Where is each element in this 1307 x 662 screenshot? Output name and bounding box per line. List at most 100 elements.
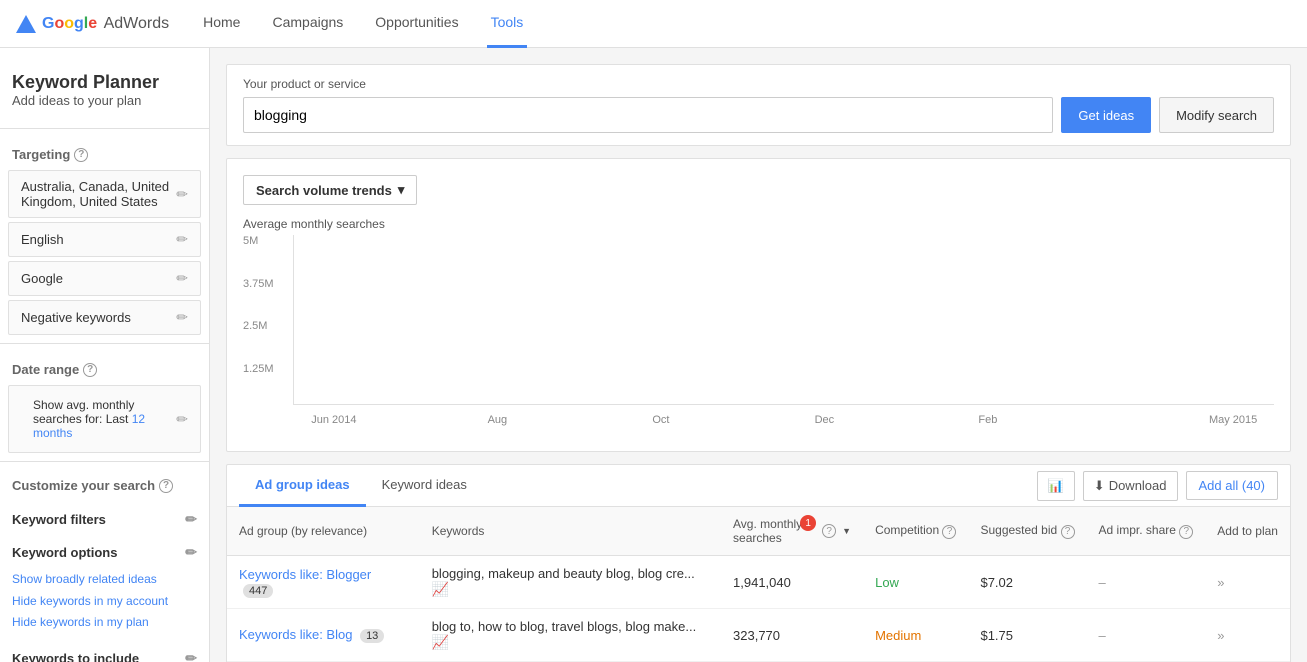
avg-monthly-cell-0: 1,941,040 <box>721 556 863 609</box>
chart-dropdown-arrow-icon: ▾ <box>398 182 405 198</box>
trend-icon-1[interactable]: 📈 <box>432 634 449 650</box>
chart-dropdown-label: Search volume trends <box>256 183 392 198</box>
customize-help-icon[interactable]: ? <box>159 479 173 493</box>
customize-section: Customize your search ? <box>0 470 209 503</box>
trend-icon-0[interactable]: 📈 <box>432 581 449 597</box>
keyword-filters-header[interactable]: Keyword filters ✏ <box>12 507 197 532</box>
keywords-to-include-section: Keywords to include ✏ <box>0 642 209 662</box>
ad-group-link-0[interactable]: Keywords like: Blogger 447 <box>239 567 371 597</box>
sidebar-app-subtitle: Add ideas to your plan <box>0 93 209 120</box>
main-container: Keyword Planner Add ideas to your plan T… <box>0 48 1307 662</box>
adwords-wordmark: AdWords <box>99 15 169 33</box>
chart-view-button[interactable]: 📊 <box>1037 471 1075 501</box>
nav-tools[interactable]: Tools <box>487 0 528 48</box>
competition-value-0: Low <box>875 575 899 590</box>
location-edit-icon[interactable]: ✏ <box>176 186 188 203</box>
sidebar-app-title: Keyword Planner <box>0 64 209 93</box>
chart-subtitle: Average monthly searches <box>243 217 1274 231</box>
nav-campaigns[interactable]: Campaigns <box>268 0 347 48</box>
chart-section: Search volume trends ▾ Average monthly s… <box>226 158 1291 452</box>
sort-notification-badge: 1 <box>800 515 816 531</box>
tab-keyword-ideas[interactable]: Keyword ideas <box>366 465 483 507</box>
col-keywords: Keywords <box>420 507 721 556</box>
negative-edit-icon[interactable]: ✏ <box>176 309 188 326</box>
suggested-bid-cell-1: $1.75 <box>968 609 1086 662</box>
show-broadly-related-link[interactable]: Show broadly related ideas <box>12 569 197 591</box>
add-to-plan-chevron-0[interactable]: » <box>1217 575 1224 590</box>
ad-impr-value-0: – <box>1099 575 1106 590</box>
avg-monthly-help-icon[interactable]: ? <box>822 524 836 538</box>
competition-help-icon[interactable]: ? <box>942 525 956 539</box>
chart-x-label: Jun 2014 <box>293 414 375 426</box>
language-edit-icon[interactable]: ✏ <box>176 231 188 248</box>
targeting-negative-text: Negative keywords <box>21 310 131 325</box>
avg-monthly-value-1: 323,770 <box>733 628 780 643</box>
top-navigation: Google AdWords Home Campaigns Opportunit… <box>0 0 1307 48</box>
chart-view-icon: 📊 <box>1048 478 1064 494</box>
chart-y-labels: 5M 3.75M 2.5M 1.25M <box>243 235 288 405</box>
targeting-location-text: Australia, Canada, United Kingdom, Unite… <box>21 179 176 209</box>
modify-search-button[interactable]: Modify search <box>1159 97 1274 133</box>
col-competition: Competition ? <box>863 507 968 556</box>
avg-monthly-cell-1: 323,770 <box>721 609 863 662</box>
keywords-to-include-edit-icon[interactable]: ✏ <box>185 650 197 662</box>
chart-area: 5M 3.75M 2.5M 1.25M Jun 2014AugOctDecFeb… <box>243 235 1274 435</box>
add-to-plan-cell-0[interactable]: » <box>1205 556 1290 609</box>
tab-ad-group-ideas[interactable]: Ad group ideas <box>239 465 366 507</box>
download-button[interactable]: ⬇ Download <box>1083 471 1178 501</box>
chart-x-label: Oct <box>620 414 702 426</box>
date-range-help-icon[interactable]: ? <box>83 363 97 377</box>
nav-links: Home Campaigns Opportunities Tools <box>199 0 527 48</box>
add-all-button[interactable]: Add all (40) <box>1186 471 1278 500</box>
keyword-options-edit-icon[interactable]: ✏ <box>185 544 197 561</box>
date-range-item[interactable]: Show avg. monthly searches for: Last 12 … <box>8 385 201 453</box>
suggested-bid-value-1: $1.75 <box>980 628 1013 643</box>
chart-dropdown-button[interactable]: Search volume trends ▾ <box>243 175 417 205</box>
ad-impr-cell-1: – <box>1087 609 1206 662</box>
ad-group-link-1[interactable]: Keywords like: Blog 13 <box>239 627 384 642</box>
keywords-text-0: blogging, makeup and beauty blog, blog c… <box>432 566 695 581</box>
chart-header: Search volume trends ▾ <box>243 175 1274 205</box>
get-ideas-button[interactable]: Get ideas <box>1061 97 1151 133</box>
nav-home[interactable]: Home <box>199 0 244 48</box>
add-to-plan-chevron-1[interactable]: » <box>1217 628 1224 643</box>
sidebar: Keyword Planner Add ideas to your plan T… <box>0 48 210 662</box>
date-range-label: Date range ? <box>0 352 209 381</box>
chart-x-label: Aug <box>457 414 539 426</box>
chart-x-label: Dec <box>784 414 866 426</box>
keyword-filters-edit-icon[interactable]: ✏ <box>185 511 197 528</box>
nav-opportunities[interactable]: Opportunities <box>371 0 462 48</box>
ad-group-cell-1: Keywords like: Blog 13 <box>227 609 420 662</box>
hide-in-account-link[interactable]: Hide keywords in my account <box>12 591 197 613</box>
col-add-to-plan: Add to plan <box>1205 507 1290 556</box>
hide-in-plan-link[interactable]: Hide keywords in my plan <box>12 612 197 634</box>
table-row: Keywords like: Blog 13 blog to, how to b… <box>227 609 1290 662</box>
ad-impr-cell-0: – <box>1087 556 1206 609</box>
google-wordmark: Google <box>42 15 97 33</box>
suggested-bid-help-icon[interactable]: ? <box>1061 525 1075 539</box>
targeting-network-item[interactable]: Google ✏ <box>8 261 201 296</box>
search-input[interactable] <box>243 97 1053 133</box>
table-body: Keywords like: Blogger 447 blogging, mak… <box>227 556 1290 662</box>
targeting-label: Targeting ? <box>0 137 209 166</box>
network-edit-icon[interactable]: ✏ <box>176 270 188 287</box>
targeting-location-item[interactable]: Australia, Canada, United Kingdom, Unite… <box>8 170 201 218</box>
targeting-help-icon[interactable]: ? <box>74 148 88 162</box>
targeting-language-item[interactable]: English ✏ <box>8 222 201 257</box>
col-avg-monthly[interactable]: Avg. monthlysearches 1 ? ▼ <box>721 507 863 556</box>
date-range-edit-icon[interactable]: ✏ <box>176 411 188 428</box>
targeting-network-text: Google <box>21 271 63 286</box>
table-header-row: Ad group (by relevance) Keywords Avg. mo… <box>227 507 1290 556</box>
col-ad-group: Ad group (by relevance) <box>227 507 420 556</box>
tabs-section: Ad group ideas Keyword ideas 📊 ⬇ Downloa… <box>226 464 1291 662</box>
chart-x-labels: Jun 2014AugOctDecFebMay 2015 <box>293 405 1274 435</box>
add-to-plan-cell-1[interactable]: » <box>1205 609 1290 662</box>
keywords-to-include-header[interactable]: Keywords to include ✏ <box>12 646 197 662</box>
ad-impr-help-icon[interactable]: ? <box>1179 525 1193 539</box>
logo: Google AdWords <box>16 15 169 33</box>
targeting-language-text: English <box>21 232 64 247</box>
targeting-negative-item[interactable]: Negative keywords ✏ <box>8 300 201 335</box>
keyword-options-header[interactable]: Keyword options ✏ <box>12 540 197 565</box>
results-table: Ad group (by relevance) Keywords Avg. mo… <box>227 507 1290 662</box>
search-label: Your product or service <box>243 77 1274 91</box>
